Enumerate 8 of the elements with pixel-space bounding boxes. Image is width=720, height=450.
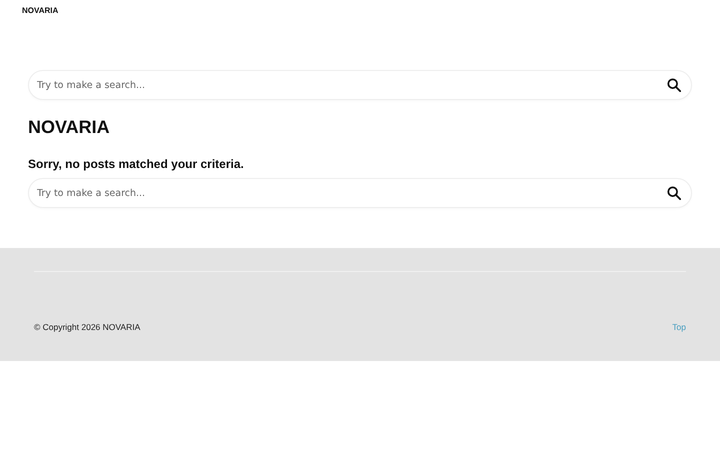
page-title: NOVARIA	[28, 116, 111, 138]
site-logo[interactable]: NOVARIA	[22, 6, 58, 14]
search-field[interactable]: Try to make a search...	[28, 178, 692, 208]
no-results-message: Sorry, no posts matched your criteria.	[28, 157, 245, 171]
copyright-text: © Copyright 2026 NOVARIA	[34, 322, 140, 332]
search-field[interactable]: Try to make a search...	[28, 70, 692, 100]
search-icon[interactable]	[667, 186, 681, 200]
search-icon[interactable]	[667, 78, 681, 92]
